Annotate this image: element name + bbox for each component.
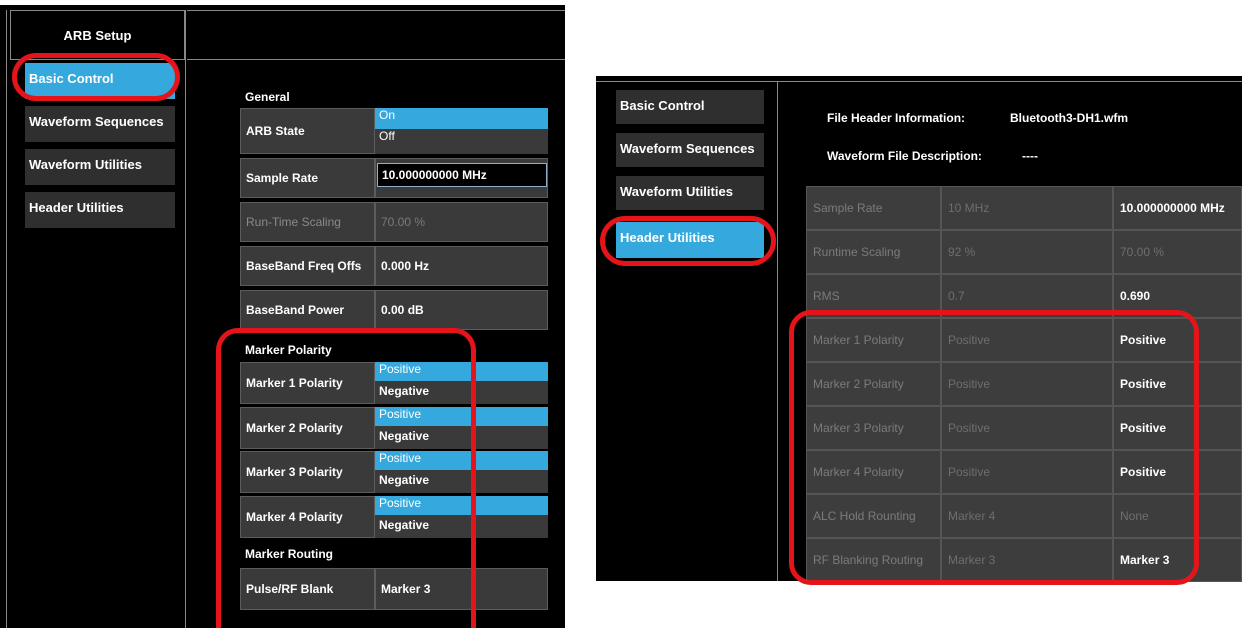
file-header-value: Bluetooth3-DH1.wfm <box>1010 111 1128 125</box>
top-bar <box>187 10 565 60</box>
header-row-file-value: 10 MHz <box>941 186 1113 230</box>
nav-header-utilities[interactable]: Header Utilities <box>25 192 175 228</box>
runtime-scaling-value: 70.00 % <box>375 202 548 242</box>
highlight-marker-section <box>216 328 476 628</box>
arb-setup-title: ARB Setup <box>63 28 132 43</box>
nav-waveform-utilities[interactable]: Waveform Utilities <box>25 149 175 185</box>
header-row-label: Sample Rate <box>806 186 941 230</box>
arb-state-on[interactable]: On <box>375 108 548 129</box>
highlight-basic-control <box>12 53 180 101</box>
baseband-power-value[interactable]: 0.00 dB <box>375 290 548 330</box>
baseband-power-label: BaseBand Power <box>240 290 375 330</box>
right-top-border <box>596 81 1242 82</box>
file-header-label: File Header Information: <box>827 111 966 125</box>
highlight-marker-rows <box>789 310 1199 585</box>
runtime-scaling-label: Run-Time Scaling <box>240 202 375 242</box>
highlight-header-utilities <box>600 216 776 266</box>
header-row-current-value[interactable]: 70.00 % <box>1113 230 1242 274</box>
arb-state-off[interactable]: Off <box>375 129 548 154</box>
right-nav-waveform-sequences[interactable]: Waveform Sequences <box>616 133 764 167</box>
general-heading: General <box>245 90 290 104</box>
right-nav-waveform-utilities[interactable]: Waveform Utilities <box>616 176 764 210</box>
header-row-current-value[interactable]: 10.000000000 MHz <box>1113 186 1242 230</box>
baseband-freq-value[interactable]: 0.000 Hz <box>375 246 548 286</box>
header-row-file-value: 92 % <box>941 230 1113 274</box>
baseband-freq-label: BaseBand Freq Offs <box>240 246 375 286</box>
description-label: Waveform File Description: <box>827 149 982 163</box>
header-row-label: Runtime Scaling <box>806 230 941 274</box>
sample-rate-input[interactable]: 10.000000000 MHz <box>377 163 547 187</box>
arb-state-label: ARB State <box>240 108 375 154</box>
left-outer-border <box>6 10 7 628</box>
description-value: ---- <box>1022 149 1038 163</box>
sample-rate-label: Sample Rate <box>240 158 375 198</box>
left-vertical-divider <box>185 10 186 628</box>
right-vertical-divider <box>777 81 778 581</box>
nav-waveform-sequences[interactable]: Waveform Sequences <box>25 106 175 142</box>
right-nav-basic-control[interactable]: Basic Control <box>616 90 764 124</box>
